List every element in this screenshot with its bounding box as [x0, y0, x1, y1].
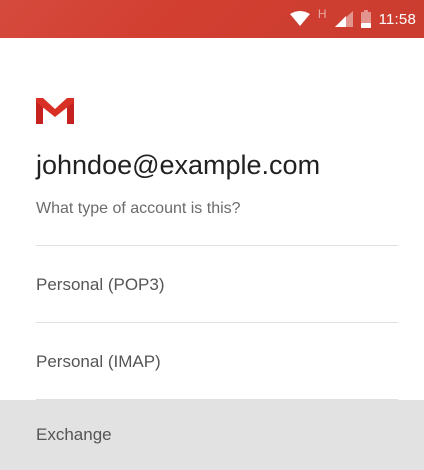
account-type-question: What type of account is this? [36, 200, 241, 217]
network-type-label: H [317, 7, 327, 21]
option-personal-pop3[interactable]: Personal (POP3) [0, 246, 424, 323]
gmail-logo-icon [36, 98, 74, 124]
option-label: Personal (POP3) [36, 274, 165, 294]
signal-icon [334, 11, 353, 27]
option-label: Personal (IMAP) [36, 351, 161, 371]
battery-icon [360, 10, 371, 28]
option-exchange[interactable]: Exchange [0, 400, 424, 470]
wifi-icon [289, 11, 310, 26]
option-personal-imap[interactable]: Personal (IMAP) [0, 323, 424, 400]
status-time: 11:58 [378, 10, 416, 28]
status-bar: H 11:58 [0, 0, 424, 38]
status-icons: H 11:58 [289, 0, 416, 38]
account-email: johndoe@example.com [36, 150, 321, 180]
option-label: Exchange [36, 425, 112, 444]
